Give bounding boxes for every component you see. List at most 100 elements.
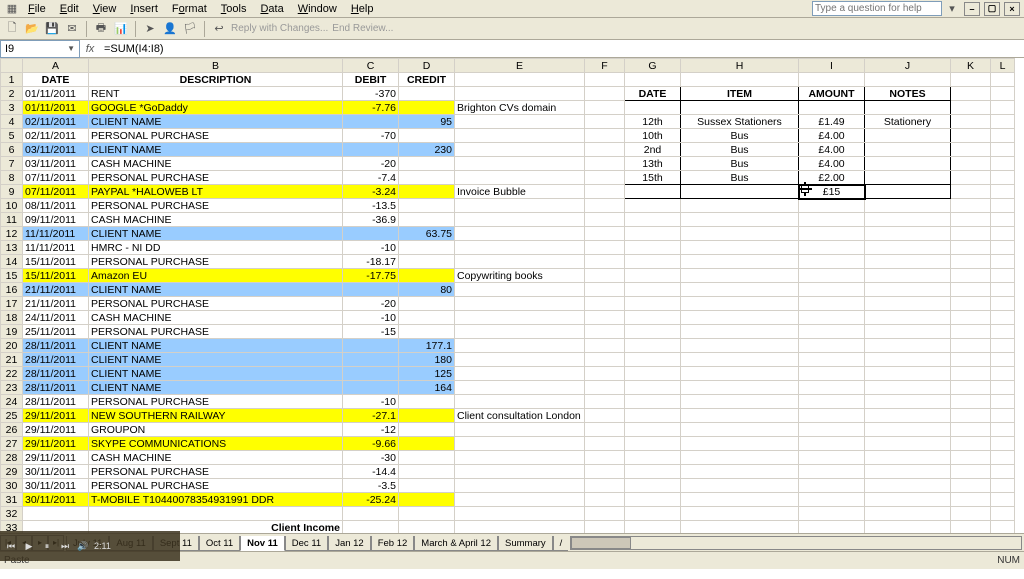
cell[interactable]: 28/11/2011 <box>23 353 89 367</box>
row-header[interactable]: 16 <box>1 283 23 297</box>
cell[interactable] <box>951 297 991 311</box>
cell[interactable] <box>455 437 585 451</box>
cell[interactable] <box>585 353 625 367</box>
cell[interactable] <box>799 451 865 465</box>
cell[interactable] <box>991 409 1015 423</box>
cell[interactable] <box>399 269 455 283</box>
sheet-tab[interactable]: Jan 12 <box>328 536 371 551</box>
cell[interactable]: PERSONAL PURCHASE <box>89 297 343 311</box>
col-A[interactable]: A <box>23 59 89 73</box>
menu-window[interactable]: Window <box>292 2 343 16</box>
cell[interactable] <box>865 395 951 409</box>
cell[interactable] <box>625 213 681 227</box>
row-header[interactable]: 14 <box>1 255 23 269</box>
cell[interactable] <box>585 143 625 157</box>
cell[interactable] <box>625 339 681 353</box>
cell[interactable] <box>343 227 399 241</box>
cell[interactable] <box>865 213 951 227</box>
cell[interactable]: -36.9 <box>343 213 399 227</box>
cell[interactable] <box>681 339 799 353</box>
row-header[interactable]: 1 <box>1 73 23 87</box>
cell[interactable]: ITEM <box>681 87 799 101</box>
close-button[interactable]: × <box>1004 2 1020 16</box>
cell[interactable] <box>865 465 951 479</box>
cell[interactable] <box>455 451 585 465</box>
cell[interactable] <box>799 199 865 213</box>
cell[interactable] <box>799 381 865 395</box>
cell[interactable] <box>681 367 799 381</box>
cell[interactable] <box>865 339 951 353</box>
cell[interactable] <box>865 227 951 241</box>
cell[interactable] <box>991 339 1015 353</box>
cell[interactable] <box>455 507 585 521</box>
row-header[interactable]: 3 <box>1 101 23 115</box>
cell[interactable]: PERSONAL PURCHASE <box>89 465 343 479</box>
cell[interactable] <box>991 255 1015 269</box>
row-header[interactable]: 20 <box>1 339 23 353</box>
row-header[interactable]: 12 <box>1 227 23 241</box>
col-F[interactable]: F <box>585 59 625 73</box>
cell[interactable] <box>681 255 799 269</box>
cell[interactable] <box>681 395 799 409</box>
cell[interactable] <box>681 227 799 241</box>
cell[interactable]: CASH MACHINE <box>89 451 343 465</box>
cell[interactable] <box>991 521 1015 534</box>
cell[interactable] <box>991 465 1015 479</box>
cell[interactable] <box>951 311 991 325</box>
cell[interactable] <box>681 101 799 115</box>
cell[interactable]: -15 <box>343 325 399 339</box>
cell[interactable]: NEW SOUTHERN RAILWAY <box>89 409 343 423</box>
cell[interactable] <box>399 437 455 451</box>
row-header[interactable]: 31 <box>1 493 23 507</box>
cell[interactable]: -18.17 <box>343 255 399 269</box>
cell[interactable]: £2.00 <box>799 171 865 185</box>
cell[interactable] <box>625 465 681 479</box>
mail-icon[interactable]: ✉ <box>64 21 80 37</box>
row-header[interactable]: 18 <box>1 311 23 325</box>
cell[interactable] <box>799 311 865 325</box>
cell[interactable] <box>455 353 585 367</box>
row-header[interactable]: 4 <box>1 115 23 129</box>
cell[interactable] <box>585 521 625 534</box>
cell[interactable] <box>455 479 585 493</box>
flag-icon[interactable]: 🏳 <box>182 21 198 37</box>
help-dropdown-icon[interactable]: ▾ <box>944 1 960 17</box>
cell[interactable] <box>681 311 799 325</box>
cell[interactable]: 125 <box>399 367 455 381</box>
cell[interactable]: 01/11/2011 <box>23 87 89 101</box>
cell[interactable] <box>585 227 625 241</box>
media-vol-icon[interactable]: 🔊 <box>76 539 90 553</box>
cell[interactable] <box>865 367 951 381</box>
media-next-icon[interactable]: ⏭ <box>58 539 72 553</box>
cell[interactable] <box>585 241 625 255</box>
cell[interactable]: 01/11/2011 <box>23 101 89 115</box>
cell[interactable] <box>799 437 865 451</box>
cell[interactable] <box>865 199 951 213</box>
cell[interactable] <box>399 185 455 199</box>
cell[interactable] <box>865 171 951 185</box>
cell[interactable] <box>681 437 799 451</box>
cell[interactable] <box>951 479 991 493</box>
cell[interactable] <box>343 353 399 367</box>
cell[interactable] <box>951 213 991 227</box>
cell[interactable]: 11/11/2011 <box>23 241 89 255</box>
cell[interactable] <box>681 213 799 227</box>
cell[interactable] <box>625 423 681 437</box>
cell[interactable] <box>951 423 991 437</box>
menu-insert[interactable]: Insert <box>124 2 164 16</box>
person-icon[interactable]: 👤 <box>162 21 178 37</box>
cell[interactable]: HMRC - NI DD <box>89 241 343 255</box>
spreadsheet-grid[interactable]: AB CD EF GH IJ KL 1DATEDESCRIPTIONDEBITC… <box>0 58 1024 533</box>
row-header[interactable]: 5 <box>1 129 23 143</box>
cell[interactable] <box>681 493 799 507</box>
cell[interactable] <box>585 507 625 521</box>
menu-file[interactable]: File <box>22 2 52 16</box>
cell[interactable] <box>951 269 991 283</box>
cell[interactable] <box>625 437 681 451</box>
cell[interactable] <box>799 465 865 479</box>
cell[interactable]: 29/11/2011 <box>23 423 89 437</box>
cell[interactable] <box>951 101 991 115</box>
cell[interactable]: -20 <box>343 157 399 171</box>
col-I[interactable]: I <box>799 59 865 73</box>
cell[interactable] <box>865 325 951 339</box>
